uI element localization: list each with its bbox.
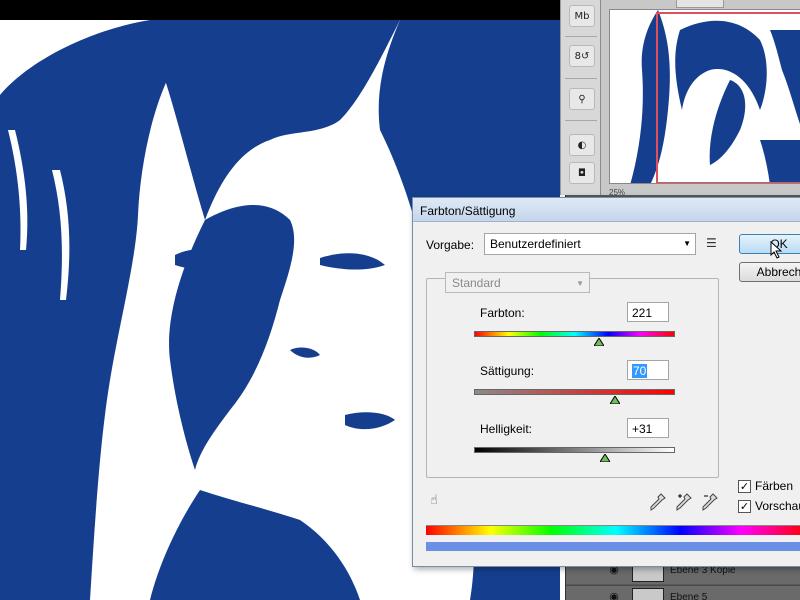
chevron-down-icon: ▼: [683, 239, 691, 248]
preset-options-icon[interactable]: ☰: [706, 236, 722, 250]
mask-icon[interactable]: ◘: [569, 162, 595, 184]
colorize-label: Färben: [755, 479, 794, 493]
hue-value-field[interactable]: 221: [627, 302, 669, 322]
mouse-cursor-icon: [770, 241, 783, 259]
preset-label: Vorgabe:: [426, 238, 475, 252]
tool-divider: [565, 78, 597, 79]
navigator-tab[interactable]: [676, 0, 724, 8]
preset-dropdown[interactable]: Benutzerdefiniert ▼: [484, 233, 696, 255]
document-tab-bar: [0, 0, 560, 20]
mini-bridge-glyph: Mb: [574, 10, 590, 22]
visibility-eye-icon[interactable]: ◉: [606, 590, 622, 600]
saturation-value-field[interactable]: 70: [627, 360, 669, 380]
saturation-label: Sättigung:: [480, 364, 535, 378]
mini-bridge-icon[interactable]: Mb: [569, 5, 595, 27]
chevron-down-icon: ▼: [576, 279, 584, 288]
adjustment-brush-glyph: ⚲: [578, 93, 586, 105]
hue-label: Farbton:: [480, 306, 525, 320]
preset-value: Benutzerdefiniert: [490, 237, 581, 251]
edit-range-value: Standard: [452, 276, 501, 290]
lightness-slider-track[interactable]: [474, 447, 675, 453]
eyedropper-icon[interactable]: [650, 493, 666, 511]
eyedropper-minus-icon[interactable]: [702, 493, 718, 511]
hue-slider-thumb[interactable]: [593, 338, 604, 346]
saturation-slider-track[interactable]: [474, 389, 675, 395]
panel-icon-strip: Mb 8↺ ⚲ ◐ ◘: [560, 0, 600, 195]
lightness-value-field[interactable]: +31: [627, 418, 669, 438]
eyedropper-plus-icon[interactable]: [676, 493, 692, 511]
output-color-bar: [426, 542, 800, 551]
edit-range-dropdown[interactable]: Standard ▼: [445, 272, 590, 293]
layer-thumbnail: [632, 588, 664, 600]
navigator-preview[interactable]: [609, 9, 800, 184]
photoshop-workspace: Mb 8↺ ⚲ ◐ ◘ 25% ◉ Ebene 3 Kopie ◉ Ebene …: [0, 0, 800, 600]
tool-divider: [565, 36, 597, 37]
layer-name: Ebene 5: [670, 592, 708, 600]
hue-saturation-dialog: Farbton/Sättigung Vorgabe: Benutzerdefin…: [412, 197, 800, 567]
saturation-value: 70: [632, 364, 648, 378]
saturation-slider-thumb[interactable]: [609, 396, 620, 404]
history-brush-icon[interactable]: 8↺: [569, 45, 595, 67]
preview-checkbox[interactable]: ✓: [738, 500, 751, 513]
dialog-titlebar[interactable]: Farbton/Sättigung: [413, 198, 800, 222]
navigator-panel: 25%: [600, 0, 800, 197]
lightness-slider-thumb[interactable]: [599, 454, 610, 462]
adjustments-contrast-glyph: ◐: [577, 139, 587, 151]
history-brush-glyph: 8↺: [574, 50, 590, 62]
hue-slider-track[interactable]: [474, 331, 675, 337]
adjustment-brush-icon[interactable]: ⚲: [569, 88, 595, 110]
input-color-bar: [426, 525, 800, 535]
navigator-view-frame[interactable]: [656, 12, 800, 183]
adjustments-contrast-icon[interactable]: ◐: [569, 134, 595, 156]
tool-divider: [565, 120, 597, 121]
colorize-checkbox[interactable]: ✓: [738, 480, 751, 493]
cancel-button[interactable]: Abbrech: [739, 262, 800, 282]
mask-glyph: ◘: [578, 167, 586, 179]
layer-row[interactable]: ◉ Ebene 5: [566, 585, 800, 600]
dialog-title: Farbton/Sättigung: [420, 204, 516, 218]
lightness-label: Helligkeit:: [480, 422, 533, 436]
preview-label: Vorschau: [755, 499, 800, 513]
targeted-adjustment-hand-icon[interactable]: ☝: [430, 493, 448, 511]
